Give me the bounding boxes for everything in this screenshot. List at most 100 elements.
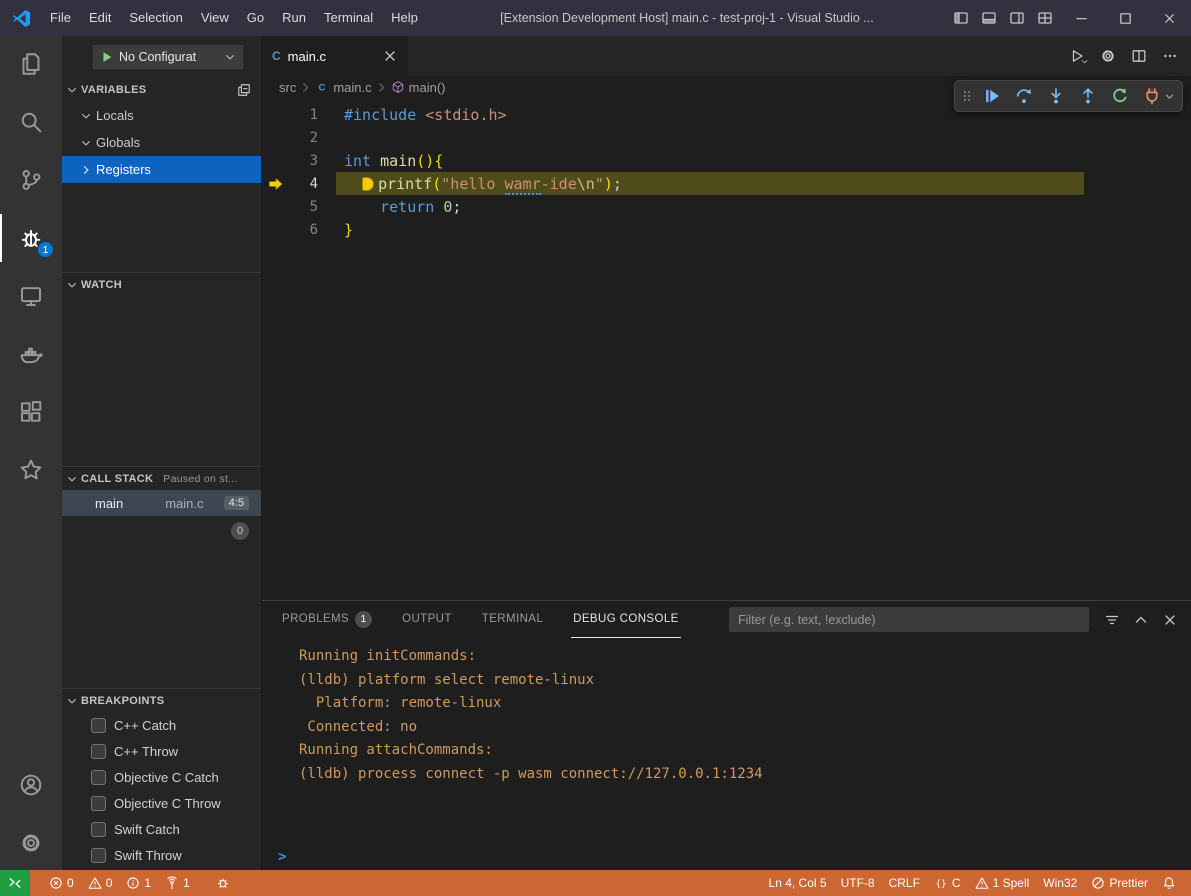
more-actions-button[interactable] [1157, 43, 1183, 69]
breadcrumb-item-main-c[interactable]: Cmain.c [314, 80, 372, 95]
drag-handle-icon[interactable] [960, 82, 974, 110]
variables-section-header[interactable]: VARIABLES [62, 78, 261, 102]
variables-item-locals[interactable]: Locals [62, 102, 261, 129]
chevron-down-icon [66, 84, 78, 96]
breakpoint-checkbox[interactable] [91, 718, 106, 733]
menu-terminal[interactable]: Terminal [315, 6, 382, 30]
breakpoints-section-header[interactable]: BREAKPOINTS [62, 688, 261, 712]
star-icon [19, 458, 43, 482]
step-into-button[interactable] [1041, 82, 1070, 110]
toggle-primary-sidebar-button[interactable] [947, 0, 975, 36]
debug-config-dropdown[interactable]: No Configurat [92, 44, 244, 70]
breadcrumb-item-src[interactable]: src [278, 80, 297, 95]
status-cursor-position[interactable]: Ln 4, Col 5 [762, 870, 834, 896]
menu-file[interactable]: File [41, 6, 80, 30]
menu-selection[interactable]: Selection [120, 6, 191, 30]
split-editor-button[interactable] [1126, 43, 1152, 69]
debug-console-output[interactable]: Running initCommands:(lldb) platform sel… [262, 638, 1191, 844]
settings-gear-button[interactable] [1095, 43, 1121, 69]
status-remote-indicator[interactable] [0, 870, 30, 896]
activity-item-search[interactable] [0, 98, 62, 146]
menu-run[interactable]: Run [273, 6, 315, 30]
status-platform[interactable]: Win32 [1036, 870, 1084, 896]
breakpoint-checkbox[interactable] [91, 848, 106, 863]
breakpoint-checkbox[interactable] [91, 796, 106, 811]
chevron-icon [80, 137, 92, 149]
inline-breakpoint-icon [362, 177, 374, 191]
status-warnings[interactable]: 0 [81, 870, 120, 896]
console-line: (lldb) platform select remote-linux [299, 669, 1191, 693]
activity-item-settings[interactable] [0, 819, 62, 867]
console-filter-input[interactable] [729, 607, 1089, 632]
output-filter-button[interactable] [1101, 609, 1123, 631]
maximize-button[interactable] [1103, 0, 1147, 36]
status-notifications[interactable] [1155, 870, 1183, 896]
menu-help[interactable]: Help [382, 6, 427, 30]
close-button[interactable] [1147, 0, 1191, 36]
status-ports[interactable]: 1 [158, 870, 197, 896]
activity-item-explorer[interactable] [0, 40, 62, 88]
code-line-2: 2 [262, 126, 1191, 149]
disconnect-button[interactable] [1137, 82, 1166, 110]
panel-tab-debug-console[interactable]: DEBUG CONSOLE [571, 601, 681, 638]
maximize-panel-button[interactable] [1130, 609, 1152, 631]
toggle-panel-button[interactable] [975, 0, 1003, 36]
antenna-icon [165, 876, 179, 890]
activity-item-accounts[interactable] [0, 761, 62, 809]
status-debug-status[interactable] [209, 870, 237, 896]
step-out-button[interactable] [1073, 82, 1102, 110]
stack-frame-row[interactable]: main main.c 4:5 [62, 490, 261, 516]
activity-item-source-control[interactable] [0, 156, 62, 204]
ellipsis-icon [1162, 48, 1178, 64]
activity-item-docker[interactable] [0, 330, 62, 378]
breakpoint-row: C++ Catch [62, 712, 261, 738]
customize-layout-button[interactable] [1031, 0, 1059, 36]
status-infos[interactable]: 1 [119, 870, 158, 896]
activity-item-favorites[interactable] [0, 446, 62, 494]
panel-tab-terminal[interactable]: TERMINAL [480, 601, 545, 638]
disconnect-icon [1143, 87, 1161, 105]
layout-sidebar-right-icon [1009, 10, 1025, 26]
status-eol[interactable]: CRLF [882, 870, 927, 896]
debug-config-label: No Configurat [119, 50, 219, 64]
minimize-button[interactable] [1059, 0, 1103, 36]
status-language-mode[interactable]: {}C [927, 870, 968, 896]
watch-section-header[interactable]: WATCH [62, 272, 261, 296]
code-editor[interactable]: 1#include <stdio.h>23int main(){4 printf… [262, 98, 1191, 600]
gutter-glyph[interactable] [262, 176, 290, 192]
breakpoint-label: Objective C Throw [114, 796, 221, 811]
status-spell-checker[interactable]: 1 Spell [968, 870, 1037, 896]
breakpoint-checkbox[interactable] [91, 822, 106, 837]
call-stack-section-header[interactable]: CALL STACK Paused on st... [62, 466, 261, 490]
run-or-debug-button[interactable] [1064, 43, 1090, 69]
menu-go[interactable]: Go [238, 6, 273, 30]
variables-item-registers[interactable]: Registers [62, 156, 261, 183]
status-encoding[interactable]: UTF-8 [834, 870, 882, 896]
panel-tab-problems[interactable]: PROBLEMS1 [280, 601, 374, 638]
restart-button[interactable] [1105, 82, 1134, 110]
collapse-all-icon[interactable] [237, 83, 251, 97]
breakpoint-checkbox[interactable] [91, 770, 106, 785]
chevron-down-icon [1080, 57, 1089, 66]
variables-item-globals[interactable]: Globals [62, 129, 261, 156]
debug-config-row: No Configurat [62, 36, 261, 78]
menu-view[interactable]: View [192, 6, 238, 30]
status-errors[interactable]: 0 [42, 870, 81, 896]
breadcrumb-item-main--[interactable]: main() [390, 80, 447, 95]
close-panel-button[interactable] [1159, 609, 1181, 631]
step-over-button[interactable] [1009, 82, 1038, 110]
panel-tab-output[interactable]: OUTPUT [400, 601, 454, 638]
start-debugging-icon[interactable] [100, 50, 114, 64]
breakpoint-checkbox[interactable] [91, 744, 106, 759]
continue-button[interactable] [977, 82, 1006, 110]
menu-edit[interactable]: Edit [80, 6, 120, 30]
activity-item-run-and-debug[interactable]: 1 [0, 214, 62, 262]
close-icon [1162, 612, 1178, 628]
console-prompt-row[interactable]: > [262, 844, 1191, 870]
activity-item-remote-explorer[interactable] [0, 272, 62, 320]
tab-main-c[interactable]: C main.c [262, 36, 408, 76]
toggle-secondary-sidebar-button[interactable] [1003, 0, 1031, 36]
status-prettier[interactable]: Prettier [1084, 870, 1155, 896]
activity-item-extensions[interactable] [0, 388, 62, 436]
close-tab-icon[interactable] [382, 48, 398, 64]
